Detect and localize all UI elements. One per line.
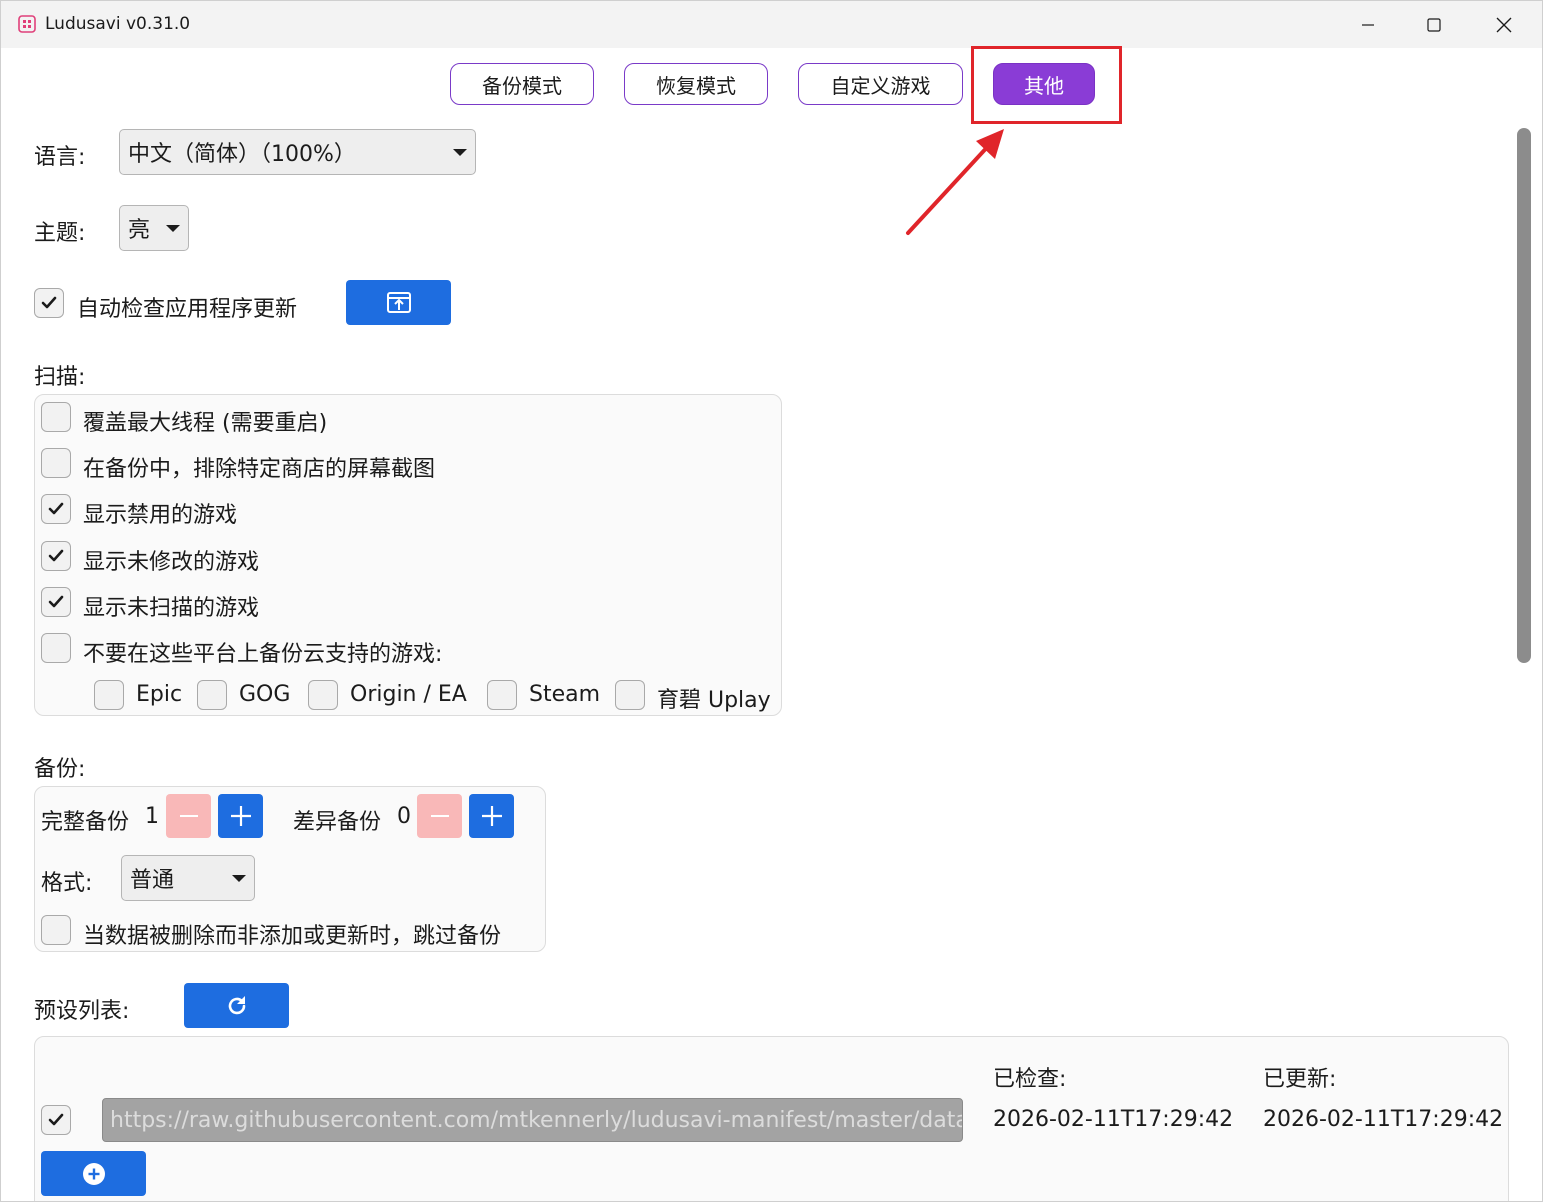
language-select[interactable]: 中文（简体）（100%）	[119, 129, 476, 175]
manifest-url-value: https://raw.githubusercontent.com/mtkenn…	[110, 1107, 962, 1133]
checkmark-icon	[48, 1113, 64, 1126]
plus-icon	[481, 806, 502, 826]
skip-backup-label: 当数据被删除而非添加或更新时，跳过备份	[83, 924, 502, 949]
window-title: Ludusavi v0.31.0	[45, 14, 191, 34]
scan-option-checkbox[interactable]	[41, 541, 71, 571]
scan-option-checkbox[interactable]	[41, 587, 71, 617]
auto-update-checkbox[interactable]	[34, 288, 64, 318]
diff-backup-decrement-button[interactable]	[417, 794, 462, 838]
platform-label-origin: Origin / EA	[350, 682, 467, 707]
scan-option-label: 覆盖最大线程 (需要重启)	[83, 411, 328, 436]
scan-option-label: 不要在这些平台上备份云支持的游戏:	[83, 642, 443, 667]
upload-window-icon	[386, 291, 411, 313]
chevron-down-icon	[232, 875, 246, 882]
vertical-scrollbar[interactable]	[1517, 128, 1531, 663]
tab-backup-mode[interactable]: 备份模式	[450, 63, 594, 105]
full-backup-decrement-button[interactable]	[166, 794, 211, 838]
checkmark-icon	[48, 595, 64, 608]
full-backup-increment-button[interactable]	[218, 794, 263, 838]
theme-select[interactable]: 亮	[119, 205, 189, 251]
platform-checkbox-gog[interactable]	[197, 680, 227, 710]
platform-checkbox-epic[interactable]	[94, 680, 124, 710]
chevron-down-icon	[453, 149, 467, 156]
checkmark-icon	[48, 549, 64, 562]
app-window: Ludusavi v0.31.0 备份模式 恢复模式 自定义游戏 其他 语言: …	[0, 0, 1543, 1202]
full-backup-label: 完整备份	[41, 810, 130, 835]
maximize-icon	[1427, 17, 1441, 32]
platform-label-steam: Steam	[529, 682, 601, 707]
checkmark-icon	[41, 296, 57, 309]
diff-backup-label: 差异备份	[293, 810, 382, 835]
manifest-checked-time: 2026-02-11T17:29:42	[993, 1107, 1234, 1132]
scan-option-label: 显示未扫描的游戏	[83, 596, 260, 621]
platform-checkbox-uplay[interactable]	[615, 680, 645, 710]
scan-option-label: 显示禁用的游戏	[83, 503, 238, 528]
title-bar: Ludusavi v0.31.0	[1, 1, 1542, 48]
scan-option-label: 显示未修改的游戏	[83, 550, 260, 575]
platform-label-epic: Epic	[136, 682, 183, 707]
minus-icon	[179, 815, 198, 817]
diff-backup-count: 0	[397, 804, 411, 829]
add-circle-icon	[82, 1162, 105, 1185]
scan-option-label: 在备份中，排除特定商店的屏幕截图	[83, 457, 436, 482]
scan-option-checkbox[interactable]	[41, 633, 71, 663]
manifest-heading: 预设列表:	[34, 999, 130, 1024]
backup-heading: 备份:	[34, 757, 86, 782]
auto-update-label: 自动检查应用程序更新	[77, 297, 298, 322]
app-logo-icon	[18, 15, 36, 33]
theme-value: 亮	[128, 218, 151, 243]
format-select[interactable]: 普通	[121, 855, 255, 901]
checkmark-icon	[48, 502, 64, 515]
tab-custom-games[interactable]: 自定义游戏	[798, 63, 963, 105]
check-update-button[interactable]	[346, 280, 451, 325]
minimize-button[interactable]	[1333, 1, 1403, 48]
scan-option-checkbox[interactable]	[41, 494, 71, 524]
manifest-url-input[interactable]: https://raw.githubusercontent.com/mtkenn…	[102, 1098, 963, 1142]
language-label: 语言:	[34, 145, 86, 170]
language-value: 中文（简体）（100%）	[128, 142, 356, 167]
format-value: 普通	[130, 868, 175, 893]
manifest-enabled-checkbox[interactable]	[41, 1105, 71, 1135]
maximize-button[interactable]	[1399, 1, 1469, 48]
scan-option-checkbox[interactable]	[41, 402, 71, 432]
checked-column-header: 已检查:	[993, 1067, 1067, 1092]
format-label: 格式:	[41, 871, 93, 896]
minus-icon	[430, 815, 449, 817]
diff-backup-increment-button[interactable]	[469, 794, 514, 838]
platform-label-gog: GOG	[239, 682, 291, 707]
theme-label: 主题:	[34, 221, 86, 246]
annotation-arrow-icon	[906, 129, 1004, 235]
annotation-highlight-box	[971, 46, 1122, 124]
platform-label-uplay: 育碧 Uplay	[657, 688, 771, 713]
add-manifest-button[interactable]	[41, 1151, 146, 1196]
platform-checkbox-origin[interactable]	[308, 680, 338, 710]
chevron-down-icon	[166, 225, 180, 232]
close-button[interactable]	[1469, 1, 1539, 48]
platform-checkbox-steam[interactable]	[487, 680, 517, 710]
close-icon	[1496, 17, 1512, 32]
refresh-icon	[228, 995, 245, 1014]
manifest-updated-time: 2026-02-11T17:29:42	[1263, 1107, 1504, 1132]
minimize-icon	[1362, 23, 1374, 26]
full-backup-count: 1	[145, 804, 159, 829]
refresh-manifest-button[interactable]	[184, 983, 289, 1028]
updated-column-header: 已更新:	[1263, 1067, 1337, 1092]
tab-restore-mode[interactable]: 恢复模式	[624, 63, 768, 105]
scan-heading: 扫描:	[34, 365, 86, 390]
scan-option-checkbox[interactable]	[41, 448, 71, 478]
plus-icon	[230, 806, 251, 826]
skip-backup-checkbox[interactable]	[41, 915, 71, 945]
